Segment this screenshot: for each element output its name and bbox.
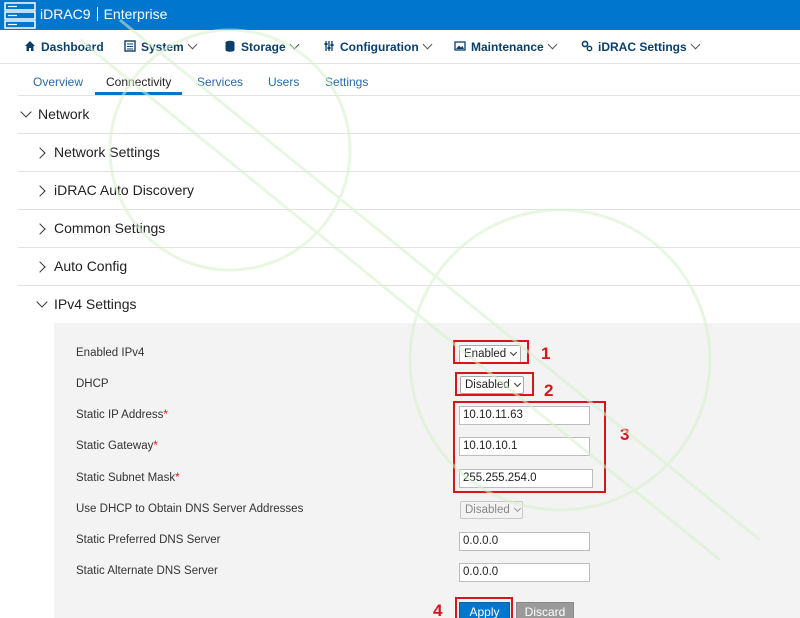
main-navigation: Dashboard System Storage Configuration M… xyxy=(0,30,800,64)
top-bar: iDRAC9 Enterprise xyxy=(0,0,800,30)
alternate-dns-label: Static Alternate DNS Server xyxy=(76,565,218,577)
static-gateway-label-text: Static Gateway xyxy=(76,440,154,452)
tab-connectivity[interactable]: Connectivity xyxy=(106,75,171,89)
highlight-box-3 xyxy=(453,401,606,493)
chevron-down-icon xyxy=(547,39,558,50)
required-marker: * xyxy=(153,440,158,452)
nav-idrac-settings[interactable]: iDRAC Settings xyxy=(581,39,701,54)
dhcp-dns-value: Disabled xyxy=(465,504,510,516)
enabled-ipv4-label: Enabled IPv4 xyxy=(76,347,145,359)
chevron-down-icon xyxy=(690,39,701,50)
step-number-1: 1 xyxy=(541,344,551,363)
nav-dashboard[interactable]: Dashboard xyxy=(24,40,104,54)
product-edition: Enterprise xyxy=(103,6,168,22)
sliders-icon xyxy=(324,41,334,51)
tree-ipv4-settings-label: IPv4 Settings xyxy=(54,296,137,312)
tree-auto-discovery[interactable]: iDRAC Auto Discovery xyxy=(18,172,800,210)
static-subnet-label-text: Static Subnet Mask xyxy=(76,472,176,484)
chevron-down-icon xyxy=(187,39,198,50)
nav-dashboard-label: Dashboard xyxy=(41,40,104,54)
nav-configuration-label: Configuration xyxy=(340,40,419,54)
tab-overview[interactable]: Overview xyxy=(33,75,83,89)
discard-button[interactable]: Discard xyxy=(516,602,574,618)
nav-system-label: System xyxy=(141,40,184,54)
tree-network-label: Network xyxy=(38,106,90,122)
preferred-dns-label: Static Preferred DNS Server xyxy=(76,534,221,546)
chevron-right-icon xyxy=(34,261,46,273)
brand-separator xyxy=(96,7,98,21)
nav-configuration[interactable]: Configuration xyxy=(323,39,433,54)
image-icon xyxy=(454,41,466,51)
chevron-down-icon xyxy=(20,106,32,118)
tree-auto-config[interactable]: Auto Config xyxy=(18,248,800,286)
tree-common-settings[interactable]: Common Settings xyxy=(18,210,800,248)
chevron-right-icon xyxy=(34,147,46,159)
dropdown-arrow-icon xyxy=(513,504,521,513)
tab-settings[interactable]: Settings xyxy=(325,75,368,89)
static-gateway-label: Static Gateway* xyxy=(76,440,158,452)
database-icon xyxy=(225,40,235,52)
chevron-right-icon xyxy=(34,223,46,235)
static-subnet-label: Static Subnet Mask* xyxy=(76,472,180,484)
step-number-4: 4 xyxy=(433,601,443,618)
required-marker: * xyxy=(175,472,180,484)
active-tab-indicator xyxy=(95,92,182,95)
highlight-box-2 xyxy=(455,372,534,396)
nav-maintenance-label: Maintenance xyxy=(471,40,544,54)
dhcp-label: DHCP xyxy=(76,378,109,390)
nav-maintenance[interactable]: Maintenance xyxy=(454,39,558,54)
nav-system[interactable]: System xyxy=(124,39,198,54)
chevron-down-icon xyxy=(289,39,300,50)
nav-idrac-settings-label: iDRAC Settings xyxy=(598,40,687,54)
required-marker: * xyxy=(163,409,168,421)
tree-network-settings[interactable]: Network Settings xyxy=(18,134,800,172)
settings-tabs: Overview Connectivity Services Users Set… xyxy=(18,64,800,96)
tab-services[interactable]: Services xyxy=(197,75,243,89)
product-name: iDRAC9 xyxy=(40,6,91,22)
server-logo-icon xyxy=(4,2,36,29)
home-icon xyxy=(25,41,35,51)
chevron-down-icon xyxy=(422,39,433,50)
chevron-right-icon xyxy=(34,185,46,197)
tree-network-settings-label: Network Settings xyxy=(54,144,160,160)
step-number-3: 3 xyxy=(620,425,630,444)
nav-storage[interactable]: Storage xyxy=(224,39,300,54)
tree-network[interactable]: Network xyxy=(18,96,800,134)
chevron-down-icon xyxy=(36,296,48,308)
system-icon xyxy=(124,40,136,52)
gears-icon xyxy=(581,40,593,52)
nav-storage-label: Storage xyxy=(241,40,286,54)
brand-title: iDRAC9 Enterprise xyxy=(40,6,167,22)
tree-auto-config-label: Auto Config xyxy=(54,258,128,274)
tree-ipv4-settings[interactable]: IPv4 Settings xyxy=(18,286,800,324)
alternate-dns-input[interactable]: 0.0.0.0 xyxy=(459,563,590,582)
tree-auto-discovery-label: iDRAC Auto Discovery xyxy=(54,182,195,198)
dhcp-dns-select[interactable]: Disabled xyxy=(460,501,523,519)
dhcp-dns-label: Use DHCP to Obtain DNS Server Addresses xyxy=(76,503,304,515)
tab-users[interactable]: Users xyxy=(268,75,299,89)
highlight-box-1 xyxy=(453,340,529,364)
step-number-2: 2 xyxy=(544,381,554,400)
tree-common-settings-label: Common Settings xyxy=(54,220,166,236)
static-ip-label: Static IP Address* xyxy=(76,409,168,421)
highlight-box-4 xyxy=(455,597,513,618)
static-ip-label-text: Static IP Address xyxy=(76,409,164,421)
preferred-dns-input[interactable]: 0.0.0.0 xyxy=(459,532,590,551)
